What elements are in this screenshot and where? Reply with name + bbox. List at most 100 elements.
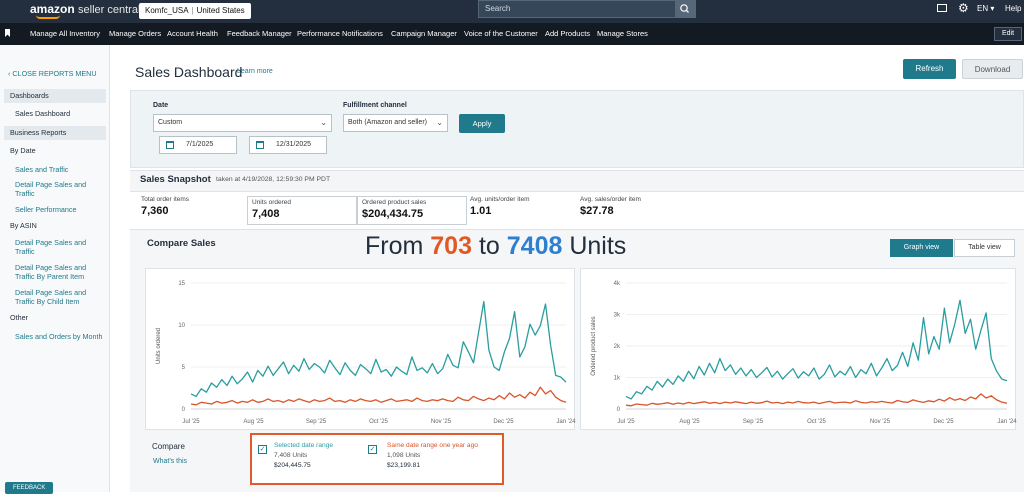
metric-ordered-product-sales[interactable]: Ordered product sales $204,434.75 [357, 196, 467, 225]
nav-add-products[interactable]: Add Products [545, 29, 590, 38]
reports-sidebar: ‹ CLOSE REPORTS MENU Dashboards Sales Da… [0, 45, 110, 492]
nav-manage-inventory[interactable]: Manage All Inventory [30, 29, 100, 38]
download-button[interactable]: Download [962, 59, 1023, 79]
metric-value: $27.78 [580, 205, 614, 217]
nav-account-health[interactable]: Account Health [167, 29, 218, 38]
x-tick-label: Sep '25 [743, 419, 764, 425]
sidebar-item-asin-child[interactable]: Detail Page Sales and Traffic By Child I… [15, 288, 105, 306]
snapshot-title: Sales Snapshot [140, 174, 211, 185]
ordered-product-sales-chart: 0 1k 2k 3k 4k Ordered product sales Jul '25 Aug… [580, 268, 1017, 430]
end-date-field[interactable]: 12/31/2025 [249, 136, 327, 154]
x-tick-label: Sep '25 [306, 419, 327, 425]
x-tick-label: Dec '25 [933, 419, 954, 425]
compare-sales-title: Compare Sales [147, 238, 216, 249]
sidebar-item-asin-detail-page[interactable]: Detail Page Sales and Traffic [15, 238, 105, 256]
sidebar-group-other: Other [10, 313, 28, 322]
mail-icon[interactable] [937, 4, 947, 12]
x-tick-label: Aug '25 [243, 419, 264, 425]
fulfillment-channel-value: Both (Amazon and seller) [348, 119, 427, 126]
date-range-select[interactable]: Custom ⌄ [153, 114, 332, 132]
headline-from: From [365, 232, 424, 260]
account-region: United States [196, 6, 245, 15]
x-tick-label: Jan '24 [997, 419, 1017, 425]
learn-more-link[interactable]: Learn more [237, 68, 273, 75]
y-tick-label: 4k [614, 281, 621, 287]
prior-range-units: 1,098 Units [387, 452, 421, 459]
help-link[interactable]: Help [1005, 4, 1021, 13]
search-button[interactable] [675, 1, 695, 17]
metric-label: Total order items [141, 196, 190, 203]
refresh-button[interactable]: Refresh [903, 59, 956, 79]
calendar-icon [256, 141, 264, 149]
chevron-down-icon: ⌄ [436, 118, 443, 127]
prior-range-series-line [190, 386, 567, 406]
close-reports-menu-link[interactable]: ‹ CLOSE REPORTS MENU [8, 69, 108, 78]
sidebar-item-sales-dashboard[interactable]: Sales Dashboard [15, 109, 111, 118]
amazon-seller-central-logo[interactable]: amazon seller central [30, 2, 140, 16]
top-bar: amazon seller central Komfc_USA | United S… [0, 0, 1024, 23]
y-tick-label: 0 [182, 407, 186, 413]
nav-voice-of-customer[interactable]: Voice of the Customer [464, 29, 538, 38]
y-tick-label: 0 [617, 407, 621, 413]
nav-feedback-manager[interactable]: Feedback Manager [227, 29, 292, 38]
start-date-field[interactable]: 7/1/2025 [159, 136, 237, 154]
prior-range-checkbox[interactable]: ✓ [368, 445, 377, 454]
headline-end-number: 7408 [506, 232, 563, 260]
x-tick-label: Jan '24 [556, 419, 576, 425]
search-placeholder: Search [485, 4, 511, 13]
metric-value: $204,434.75 [362, 208, 424, 220]
start-date-value: 7/1/2025 [186, 141, 214, 148]
language-selector[interactable]: EN ▾ [977, 4, 994, 13]
table-view-toggle[interactable]: Table view [954, 239, 1015, 257]
search-icon [680, 4, 689, 13]
apply-button[interactable]: Apply [459, 114, 505, 133]
metric-value: 7,360 [141, 205, 169, 217]
sidebar-item-sales-and-traffic[interactable]: Sales and Traffic [15, 165, 105, 174]
selected-range-checkbox[interactable]: ✓ [258, 445, 267, 454]
y-tick-label: 10 [178, 323, 185, 329]
selected-range-series-line [190, 300, 567, 398]
sidebar-group-by-asin: By ASIN [10, 221, 37, 230]
sidebar-item-seller-performance[interactable]: Seller Performance [15, 205, 105, 214]
sidebar-group-by-date: By Date [10, 146, 36, 155]
y-tick-label: 5 [182, 365, 186, 371]
date-range-value: Custom [158, 119, 183, 126]
headline-to: to [478, 232, 500, 260]
edit-nav-button[interactable]: Edit [994, 27, 1022, 41]
units-ordered-chart: 0 5 10 15 Units ordered Jul '25 Aug '25 Sep '25… [145, 268, 576, 430]
metric-total-order-items: Total order items 7,360 [141, 196, 251, 225]
selected-range-units: 7,408 Units [274, 452, 308, 459]
metric-units-ordered[interactable]: Units ordered 7,408 [247, 196, 357, 225]
x-tick-label: Aug '25 [679, 419, 700, 425]
sidebar-item-detail-page-sales-traffic[interactable]: Detail Page Sales and Traffic [15, 180, 105, 198]
y-tick-label: 1k [614, 376, 621, 382]
gear-icon[interactable]: ⚙ [958, 1, 969, 15]
x-tick-label: Oct '25 [807, 419, 826, 425]
metric-avg-units-order-item: Avg. units/order item 1.01 [470, 196, 580, 225]
metric-avg-sales-order-item: Avg. sales/order item $27.78 [580, 196, 690, 225]
sidebar-item-asin-parent[interactable]: Detail Page Sales and Traffic By Parent … [15, 263, 105, 281]
search-input[interactable]: Search [478, 0, 696, 18]
nav-campaign-manager[interactable]: Campaign Manager [391, 29, 457, 38]
account-switcher[interactable]: Komfc_USA | United States [139, 3, 251, 19]
nav-manage-stores[interactable]: Manage Stores [597, 29, 648, 38]
metric-label: Avg. units/order item [470, 196, 530, 203]
metric-label: Units ordered [252, 199, 292, 206]
x-tick-label: Oct '25 [369, 419, 388, 425]
y-axis-label: Ordered product sales [591, 316, 597, 375]
fulfillment-channel-select[interactable]: Both (Amazon and seller) ⌄ [343, 114, 448, 132]
x-tick-label: Jul '25 [617, 419, 635, 425]
whats-this-link[interactable]: What's this [153, 458, 187, 465]
bookmark-icon[interactable] [5, 29, 10, 37]
nav-performance-notifications[interactable]: Performance Notifications [297, 29, 383, 38]
sidebar-item-sales-orders-month[interactable]: Sales and Orders by Month [15, 332, 105, 341]
x-tick-label: Dec '25 [493, 419, 514, 425]
feedback-button[interactable]: FEEDBACK [5, 482, 54, 494]
close-reports-menu-label: CLOSE REPORTS MENU [12, 69, 97, 78]
date-label: Date [153, 102, 169, 109]
graph-view-toggle[interactable]: Graph view [890, 239, 953, 257]
nav-manage-orders[interactable]: Manage Orders [109, 29, 161, 38]
page-title: Sales Dashboard [135, 64, 243, 80]
y-tick-label: 2k [614, 344, 621, 350]
units-ordered-chart-svg: 0 5 10 15 Units ordered Jul '25 Aug '25 Sep '25… [156, 281, 576, 425]
